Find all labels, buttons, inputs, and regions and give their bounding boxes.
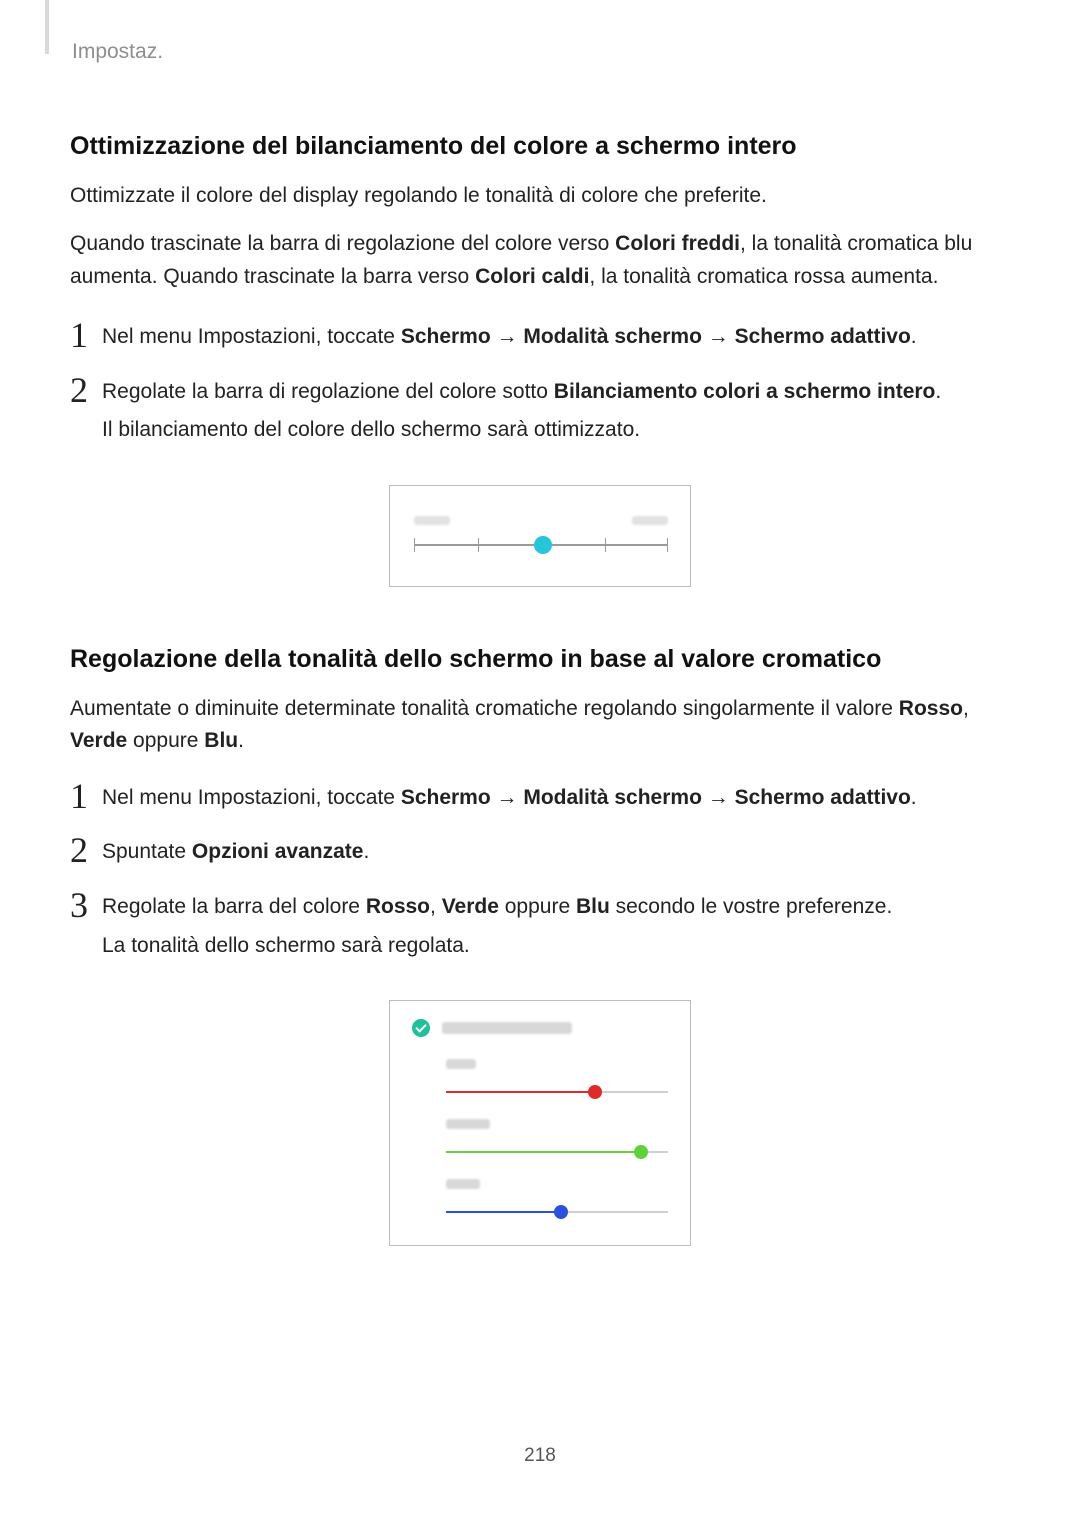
step-item: 3 Regolate la barra del colore Rosso, Ve…: [70, 885, 1010, 962]
step-body: Regolate la barra di regolazione del col…: [98, 370, 941, 447]
step-item: 1 Nel menu Impostazioni, toccate Schermo…: [70, 315, 1010, 354]
blue-label-blur: [446, 1179, 480, 1189]
text: oppure: [127, 729, 204, 752]
text: Regolate la barra di regolazione del col…: [102, 380, 554, 403]
bold: Blu: [204, 729, 238, 752]
bold: Verde: [442, 895, 499, 918]
text: →: [491, 325, 524, 348]
blue-slider: [446, 1179, 668, 1219]
bold: Schermo: [401, 786, 491, 809]
bold: Schermo: [401, 325, 491, 348]
text: Regolate la barra del colore: [102, 895, 366, 918]
text: .: [363, 840, 369, 863]
text: Nel menu Impostazioni, toccate: [102, 786, 401, 809]
step-number: 2: [70, 830, 98, 868]
bold: Rosso: [366, 895, 430, 918]
header-rule: [45, 0, 49, 54]
checkmark-icon: [412, 1019, 430, 1037]
bold: Schermo adattivo: [735, 325, 911, 348]
text: .: [238, 729, 244, 752]
text: Nel menu Impostazioni, toccate: [102, 325, 401, 348]
text: , la tonalità cromatica rossa aumenta.: [589, 265, 938, 288]
red-slider: [446, 1059, 668, 1099]
step-body: Spuntate Opzioni avanzate.: [98, 830, 369, 869]
text: .: [911, 786, 917, 809]
advanced-options-label-blur: [442, 1022, 572, 1034]
text: →: [491, 786, 524, 809]
step-body: Regolate la barra del colore Rosso, Verd…: [98, 885, 892, 962]
section1-p1: Ottimizzate il colore del display regola…: [70, 180, 1010, 213]
step-item: 1 Nel menu Impostazioni, toccate Schermo…: [70, 776, 1010, 815]
slider-tick: [478, 538, 479, 552]
slider-tick: [605, 538, 606, 552]
bold: Schermo adattivo: [735, 786, 911, 809]
text: ,: [963, 697, 969, 720]
bold: Colori caldi: [475, 265, 589, 288]
step-body: Nel menu Impostazioni, toccate Schermo →…: [98, 315, 917, 354]
text: ,: [430, 895, 442, 918]
slider-track: [446, 1145, 668, 1159]
text: Quando trascinate la barra di regolazion…: [70, 232, 615, 255]
text: .: [911, 325, 917, 348]
red-label-blur: [446, 1059, 476, 1069]
step-subtext: La tonalità dello schermo sarà regolata.: [102, 930, 892, 963]
breadcrumb: Impostaz.: [72, 40, 1010, 64]
text: →: [702, 786, 735, 809]
step-number: 3: [70, 885, 98, 923]
bold: Blu: [576, 895, 610, 918]
bold: Opzioni avanzate: [192, 840, 364, 863]
text: oppure: [499, 895, 576, 918]
bold: Bilanciamento colori a schermo intero: [554, 380, 936, 403]
bold: Modalità schermo: [523, 786, 702, 809]
text: .: [935, 380, 941, 403]
slider-tick: [667, 538, 668, 552]
bold: Modalità schermo: [523, 325, 702, 348]
text: Spuntate: [102, 840, 192, 863]
section1-steps: 1 Nel menu Impostazioni, toccate Schermo…: [70, 315, 1010, 447]
cool-label-blur: [414, 516, 450, 525]
bold: Rosso: [899, 697, 963, 720]
slider-fill: [446, 1091, 595, 1093]
step-item: 2 Regolate la barra di regolazione del c…: [70, 370, 1010, 447]
step-number: 1: [70, 315, 98, 353]
bold: Colori freddi: [615, 232, 740, 255]
step-body: Nel menu Impostazioni, toccate Schermo →…: [98, 776, 917, 815]
rgb-sliders-diagram: [389, 1000, 691, 1246]
section1-diagram: [70, 485, 1010, 587]
step-number: 2: [70, 370, 98, 408]
text: Aumentate o diminuite determinate tonali…: [70, 697, 899, 720]
page-number: 218: [0, 1445, 1080, 1467]
slider-thumb: [588, 1085, 602, 1099]
section2-steps: 1 Nel menu Impostazioni, toccate Schermo…: [70, 776, 1010, 962]
bold: Verde: [70, 729, 127, 752]
green-label-blur: [446, 1119, 490, 1129]
section1-p2: Quando trascinate la barra di regolazion…: [70, 228, 1010, 293]
text: →: [702, 325, 735, 348]
slider-fill: [446, 1151, 641, 1153]
advanced-options-row: [412, 1019, 668, 1037]
section1-heading: Ottimizzazione del bilanciamento del col…: [70, 130, 1010, 164]
slider-thumb: [554, 1205, 568, 1219]
section2-p1: Aumentate o diminuite determinate tonali…: [70, 693, 1010, 758]
slider-track: [446, 1085, 668, 1099]
slider-thumb: [634, 1145, 648, 1159]
step-number: 1: [70, 776, 98, 814]
slider-thumb: [534, 536, 552, 554]
green-slider: [446, 1119, 668, 1159]
slider-track: [446, 1205, 668, 1219]
slider-fill: [446, 1211, 561, 1213]
section2-heading: Regolazione della tonalità dello schermo…: [70, 643, 1010, 677]
section2-diagram: [70, 1000, 1010, 1246]
step-subtext: Il bilanciamento del colore dello scherm…: [102, 414, 941, 447]
warm-label-blur: [632, 516, 668, 525]
text: secondo le vostre preferenze.: [610, 895, 893, 918]
slider-tick: [414, 538, 415, 552]
color-balance-slider-diagram: [389, 485, 691, 587]
step-item: 2 Spuntate Opzioni avanzate.: [70, 830, 1010, 869]
